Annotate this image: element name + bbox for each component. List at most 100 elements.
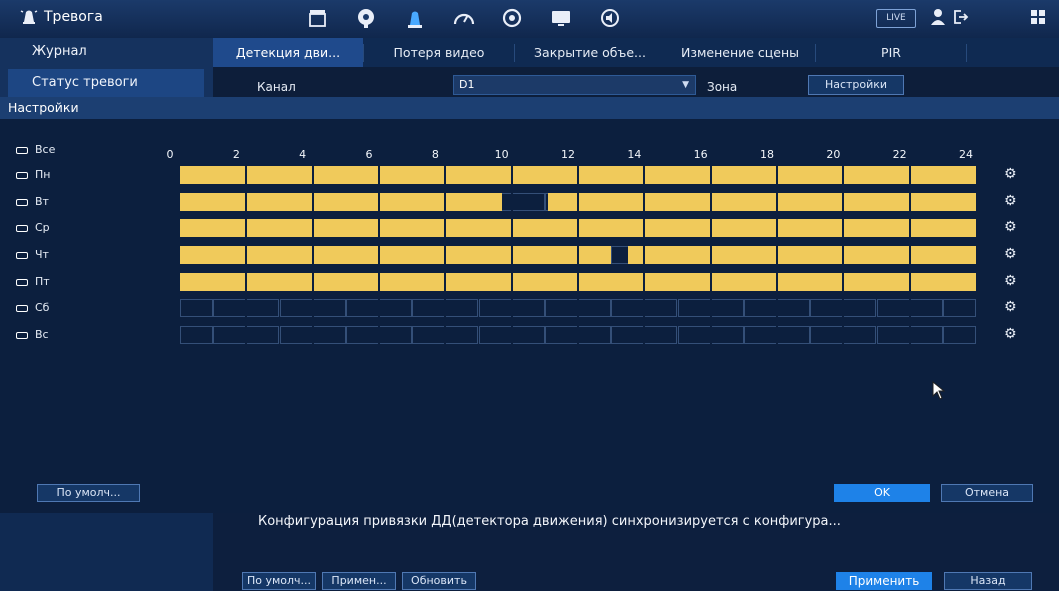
user-icon[interactable] [929,8,947,26]
footer-default-button[interactable]: По умолч... [242,572,316,590]
hour-cell[interactable] [644,326,678,344]
monitor-icon[interactable] [549,7,573,29]
hour-cell[interactable] [909,326,943,344]
gear-icon[interactable]: ⚙ [1004,299,1017,315]
gear-icon[interactable]: ⚙ [1004,219,1017,235]
hour-cell[interactable] [412,326,446,344]
hour-cell[interactable] [246,326,280,344]
hour-cell[interactable] [379,299,413,317]
tab-video-loss[interactable]: Потеря видео [364,38,514,67]
schedule-row[interactable] [180,299,976,317]
schedule-row[interactable] [180,219,976,237]
hour-cell[interactable] [180,299,214,317]
nav-item-journal[interactable]: Журнал [8,38,204,66]
footer-refresh-button[interactable]: Обновить [402,572,476,590]
day-checkbox[interactable]: Чт [16,248,49,261]
schedule-segment[interactable] [627,246,976,264]
hour-cell[interactable] [180,326,214,344]
hour-cell[interactable] [743,299,777,317]
gear-icon[interactable]: ⚙ [1004,326,1017,342]
hour-cell[interactable] [544,326,578,344]
hour-cell[interactable] [578,299,612,317]
hour-cell[interactable] [511,299,545,317]
gear-icon[interactable]: ⚙ [1004,246,1017,262]
hour-cell[interactable] [710,299,744,317]
ok-button[interactable]: OK [834,484,930,502]
hour-cell[interactable] [942,326,976,344]
apply-button[interactable]: Применить [836,572,932,590]
hour-cell[interactable] [544,299,578,317]
hour-cell[interactable] [246,299,280,317]
footer-apply-short-button[interactable]: Примен... [322,572,396,590]
schedule-row[interactable] [180,246,976,264]
hour-cell[interactable] [511,193,545,211]
hour-cell[interactable] [777,299,811,317]
cancel-button[interactable]: Отмена [941,484,1033,502]
day-checkbox[interactable]: Вт [16,195,49,208]
schedule-segment[interactable] [180,193,502,211]
tab-tampering[interactable]: Закрытие объе... [515,38,665,67]
tab-scene-change[interactable]: Изменение сцены [665,38,815,67]
tab-motion-detection[interactable]: Детекция дви... [213,38,363,67]
hour-cell[interactable] [611,326,645,344]
hour-cell[interactable] [511,326,545,344]
hour-cell[interactable] [279,326,313,344]
camera-clapper-icon[interactable] [306,7,330,29]
hour-cell[interactable] [611,299,645,317]
hour-cell[interactable] [942,299,976,317]
speedometer-icon[interactable] [452,7,476,29]
logout-icon[interactable] [952,8,970,26]
day-checkbox[interactable]: Сб [16,301,49,314]
day-checkbox[interactable]: Пн [16,168,50,181]
zone-settings-button[interactable]: Настройки [808,75,904,95]
gear-icon[interactable]: ⚙ [1004,166,1017,182]
day-checkbox[interactable]: Вс [16,328,49,341]
gear-icon[interactable]: ⚙ [1004,273,1017,289]
schedule-row[interactable] [180,193,976,211]
channel-select[interactable]: D1 ▼ [453,75,696,95]
alarm-icon[interactable] [403,7,427,29]
hour-cell[interactable] [876,299,910,317]
cloud-network-icon[interactable] [354,7,378,29]
hour-cell[interactable] [677,326,711,344]
hour-cell[interactable] [876,326,910,344]
hour-cell[interactable] [379,326,413,344]
hour-cell[interactable] [445,326,479,344]
hour-cell[interactable] [810,326,844,344]
default-button[interactable]: По умолч... [37,484,140,502]
schedule-segment[interactable] [548,193,976,211]
schedule-row[interactable] [180,326,976,344]
gear-icon[interactable]: ⚙ [1004,193,1017,209]
day-checkbox[interactable]: Пт [16,275,50,288]
hour-cell[interactable] [345,326,379,344]
hour-cell[interactable] [909,299,943,317]
select-all-checkbox[interactable]: Все [16,143,55,156]
hour-cell[interactable] [445,299,479,317]
hour-cell[interactable] [213,326,247,344]
hour-cell[interactable] [743,326,777,344]
schedule-row[interactable] [180,273,976,291]
hour-cell[interactable] [578,326,612,344]
menu-grid-icon[interactable] [1029,8,1047,26]
hour-cell[interactable] [345,299,379,317]
live-button[interactable]: LIVE [876,9,916,28]
hour-cell[interactable] [677,299,711,317]
hour-cell[interactable] [312,326,346,344]
speaker-icon[interactable] [598,7,622,29]
tab-pir[interactable]: PIR [816,38,966,67]
back-button[interactable]: Назад [944,572,1032,590]
hour-cell[interactable] [478,326,512,344]
hour-cell[interactable] [478,299,512,317]
hour-cell[interactable] [312,299,346,317]
hour-cell[interactable] [710,326,744,344]
hour-cell[interactable] [213,299,247,317]
hour-cell[interactable] [843,326,877,344]
hour-cell[interactable] [412,299,446,317]
hour-cell[interactable] [644,299,678,317]
schedule-row[interactable] [180,166,976,184]
storage-disc-icon[interactable] [500,7,524,29]
hour-cell[interactable] [777,326,811,344]
nav-item-alarm-status[interactable]: Статус тревоги [8,69,204,97]
day-checkbox[interactable]: Ср [16,221,50,234]
hour-cell[interactable] [810,299,844,317]
